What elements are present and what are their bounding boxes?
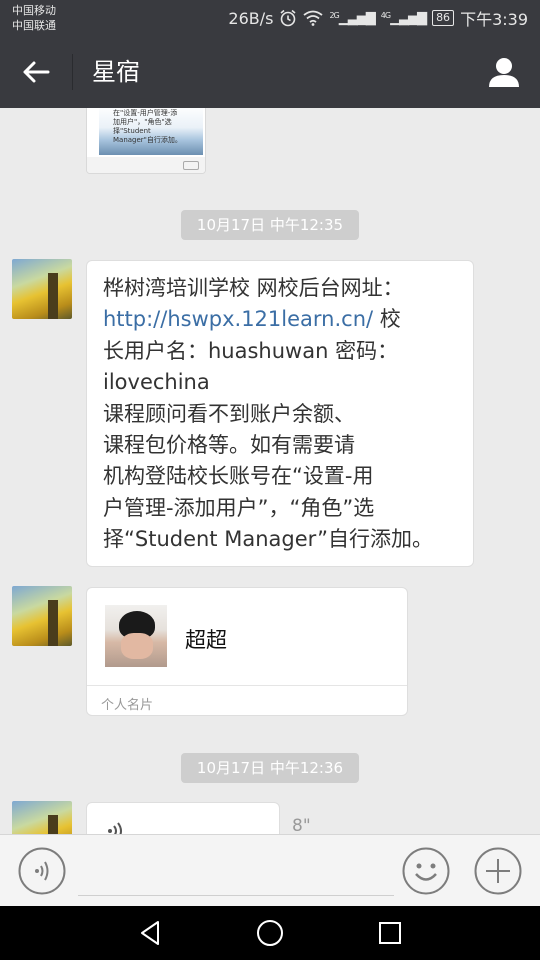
emoji-icon <box>402 847 450 895</box>
timestamp-chip: 10月17日 中午12:36 <box>181 753 359 783</box>
card-divider <box>87 685 407 686</box>
message-line: ilovechina <box>103 370 210 395</box>
message-line: 桦树湾培训学校 网校后台网址： <box>103 276 404 300</box>
alarm-icon <box>280 9 296 27</box>
voice-input-icon <box>18 847 66 895</box>
network-speed: 26B/s <box>228 8 274 28</box>
header-divider <box>72 54 73 90</box>
chat-input-bar <box>0 834 540 907</box>
battery-indicator: 86 <box>432 10 455 26</box>
clock: 下午3:39 <box>460 10 528 29</box>
nav-home-icon[interactable] <box>256 919 284 947</box>
carrier-1: 中国移动 <box>12 4 56 17</box>
contact-card-name: 超超 <box>185 628 227 652</box>
contact-card-message[interactable]: 超超 个人名片 <box>86 587 408 716</box>
nav-back-icon[interactable] <box>138 920 164 946</box>
text-message-bubble[interactable]: 桦树湾培训学校 网校后台网址： http://hswpx.121learn.cn… <box>86 260 474 567</box>
image-message[interactable]: 在"设置-用户管理-添加用户"，"角色"选择"Student Manager"自… <box>86 108 206 174</box>
signal-2: 4G▁▃▅▇ <box>380 10 427 26</box>
carrier-labels: 中国移动 中国联通 <box>12 3 56 33</box>
signal-1: 2G▁▃▅▇ <box>329 10 375 26</box>
nav-recent-icon[interactable] <box>378 921 402 945</box>
arrow-left-icon <box>23 61 50 83</box>
chat-header: 星宿 <box>0 36 540 108</box>
status-bar: 中国移动 中国联通 26B/s 2G▁▃▅▇ 4G▁▃▅▇ 86 下午3:39 <box>0 0 540 36</box>
emoji-button[interactable] <box>402 847 450 895</box>
avatar[interactable] <box>12 801 72 834</box>
image-footer <box>87 157 205 173</box>
status-indicators: 26B/s 2G▁▃▅▇ 4G▁▃▅▇ 86 下午3:39 <box>228 6 528 30</box>
system-navigation-bar <box>0 906 540 960</box>
message-line: 课程包价格等。如有需要请 <box>103 433 355 458</box>
message-link[interactable]: http://hswpx.121learn.cn/ <box>103 307 373 331</box>
avatar[interactable] <box>12 259 72 319</box>
contact-card-photo <box>105 605 167 667</box>
timestamp-chip: 10月17日 中午12:35 <box>181 210 359 240</box>
voice-duration: 8" <box>292 816 311 834</box>
chat-message-list[interactable]: 在"设置-用户管理-添加用户"，"角色"选择"Student Manager"自… <box>0 108 540 834</box>
voice-message-bubble[interactable] <box>86 802 280 834</box>
image-thumbnail: 在"设置-用户管理-添加用户"，"角色"选择"Student Manager"自… <box>99 108 203 155</box>
message-line: 户管理-添加用户”，“角色”选 <box>103 495 375 520</box>
more-button[interactable] <box>474 847 522 895</box>
person-icon <box>489 58 519 87</box>
voice-wave-icon <box>108 822 122 834</box>
message-input[interactable] <box>78 847 394 896</box>
image-caption: 在"设置-用户管理-添加用户"，"角色"选择"Student Manager"自… <box>113 109 182 144</box>
image-footer-icon <box>183 161 199 170</box>
avatar[interactable] <box>12 586 72 646</box>
plus-icon <box>474 847 522 895</box>
back-button[interactable] <box>14 50 58 94</box>
message-line: 择“Student Manager”自行添加。 <box>103 527 434 552</box>
chat-title: 星宿 <box>92 58 140 86</box>
chat-info-button[interactable] <box>486 54 522 90</box>
message-line: 课程顾问看不到账户余额、 <box>103 401 355 426</box>
wifi-icon <box>303 10 324 26</box>
message-line: 机构登陆校长账号在“设置-用 <box>103 464 374 489</box>
voice-input-button[interactable] <box>18 847 66 895</box>
message-line: http://hswpx.121learn.cn/ 校 <box>103 307 401 332</box>
contact-card-label: 个人名片 <box>101 698 154 713</box>
message-line: 长用户名：huashuwan 密码： <box>103 338 399 363</box>
carrier-2: 中国联通 <box>12 19 56 32</box>
